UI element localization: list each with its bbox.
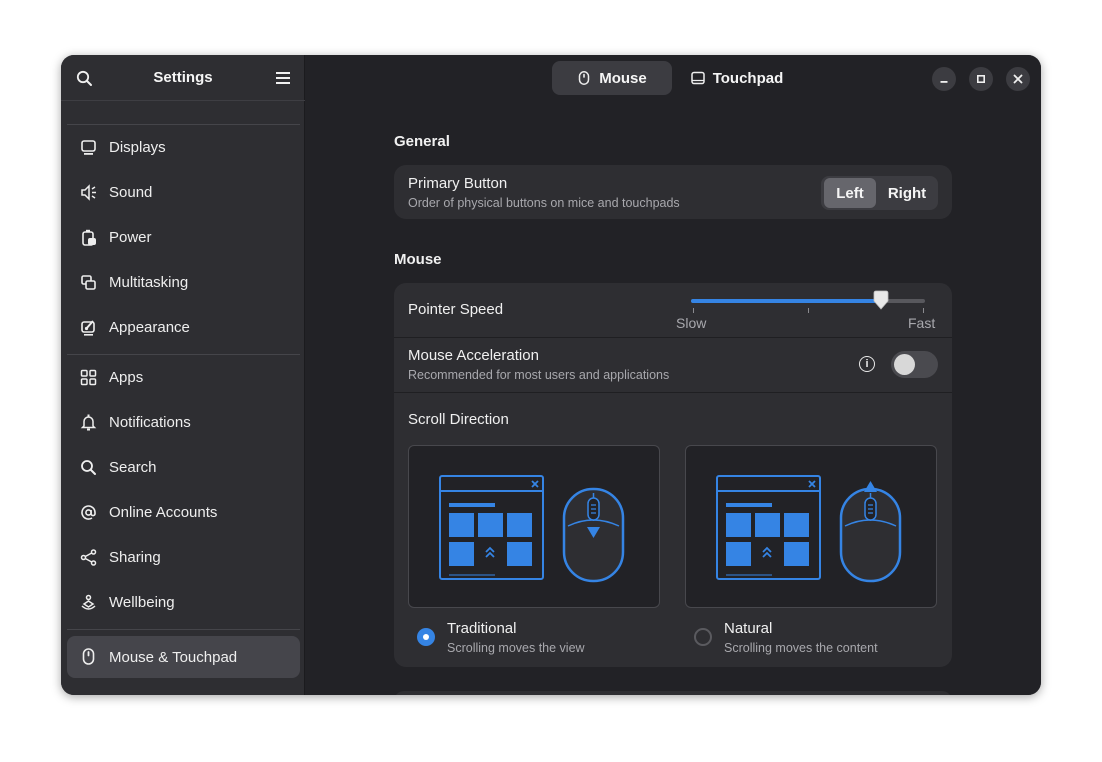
traditional-subtitle: Scrolling moves the view: [447, 641, 585, 655]
primary-button-toggle-group: Left Right: [821, 176, 938, 210]
appearance-icon: [81, 320, 95, 336]
sidebar-item-apps[interactable]: Apps: [67, 355, 300, 400]
sidebar-item-appearance[interactable]: Appearance: [67, 305, 300, 350]
multitasking-icon: [81, 275, 96, 290]
mouse-acceleration-title: Mouse Acceleration: [408, 347, 539, 364]
sidebar-item-online-accounts[interactable]: Online Accounts: [67, 490, 300, 535]
natural-scroll-illustration[interactable]: [685, 445, 937, 608]
primary-button-right[interactable]: Right: [879, 178, 935, 208]
speaker-icon: [81, 184, 96, 201]
slider-tick: [808, 308, 809, 313]
at-sign-icon: [81, 505, 96, 520]
sidebar-item-search[interactable]: Search: [67, 445, 300, 490]
switch-knob: [894, 354, 915, 375]
row-divider: [394, 337, 952, 338]
slider-tick: [923, 308, 924, 313]
natural-label: Natural: [724, 620, 773, 637]
sidebar-item-mouse-touchpad[interactable]: Mouse & Touchpad: [67, 636, 300, 678]
general-card: Primary Button Order of physical buttons…: [394, 165, 952, 219]
sidebar: Settings Displays Sound Power Multitaski…: [61, 55, 305, 695]
sidebar-title: Settings: [153, 69, 213, 86]
wellbeing-icon: [81, 594, 96, 610]
sidebar-item-label: Power: [109, 229, 152, 246]
primary-button-left[interactable]: Left: [824, 178, 876, 208]
sidebar-list: Displays Sound Power Multitasking Appear…: [67, 101, 300, 678]
slider-fill: [691, 299, 881, 303]
sidebar-item-label: Search: [109, 459, 157, 476]
pointer-speed-slider[interactable]: [691, 290, 925, 310]
display-icon: [81, 140, 96, 155]
natural-scroll-illustration-icon: [716, 475, 902, 583]
tab-mouse[interactable]: Mouse: [552, 61, 672, 95]
touchpad-icon: [690, 71, 705, 85]
main-menu-button[interactable]: [271, 66, 295, 90]
mouse-card: Pointer Speed Slow Fast Mouse Accelerati…: [394, 283, 952, 667]
sidebar-divider: [67, 629, 300, 630]
info-icon[interactable]: i: [859, 356, 875, 372]
main-content: Mouse Touchpad General Primary Button Or…: [305, 55, 1041, 695]
close-icon: [1013, 74, 1023, 84]
mouse-acceleration-switch[interactable]: [891, 351, 938, 378]
next-card-partial: [394, 691, 952, 695]
row-divider: [394, 392, 952, 393]
close-button[interactable]: [1006, 67, 1030, 91]
tab-touchpad[interactable]: Touchpad: [677, 61, 797, 95]
mouse-icon: [578, 71, 590, 85]
sidebar-item-label: Apps: [109, 369, 144, 386]
section-title-general: General: [394, 133, 450, 150]
sidebar-item-label: Wellbeing: [109, 594, 175, 611]
apps-grid-icon: [80, 369, 97, 386]
sidebar-item-sharing[interactable]: Sharing: [67, 535, 300, 580]
sidebar-item-sound[interactable]: Sound: [67, 170, 300, 215]
search-icon: [81, 460, 96, 475]
share-icon: [80, 549, 97, 566]
natural-subtitle: Scrolling moves the content: [724, 641, 878, 655]
header-bar: Mouse Touchpad: [305, 55, 1041, 101]
sidebar-item-label: Notifications: [109, 414, 191, 431]
battery-icon: [82, 229, 96, 246]
hamburger-menu-icon: [276, 72, 290, 84]
sidebar-header: Settings: [61, 55, 305, 101]
sidebar-item-wellbeing[interactable]: Wellbeing: [67, 580, 300, 625]
tab-label: Mouse: [599, 69, 647, 87]
sidebar-item-notifications[interactable]: Notifications: [67, 400, 300, 445]
mouse-acceleration-subtitle: Recommended for most users and applicati…: [408, 368, 670, 382]
sidebar-item-label: Multitasking: [109, 274, 189, 291]
sidebar-item-label: Online Accounts: [109, 504, 218, 521]
bell-icon: [80, 414, 97, 431]
sidebar-item-multitasking[interactable]: Multitasking: [67, 260, 300, 305]
sidebar-item-label: Sharing: [109, 549, 161, 566]
mouse-icon: [82, 648, 95, 665]
sidebar-item-label: Mouse & Touchpad: [109, 648, 238, 666]
sidebar-item-label: Sound: [109, 184, 153, 201]
maximize-button[interactable]: [969, 67, 993, 91]
maximize-icon: [976, 74, 986, 84]
slider-handle[interactable]: [871, 290, 891, 310]
sidebar-item-power[interactable]: Power: [67, 215, 300, 260]
sidebar-item-label: Appearance: [109, 319, 190, 336]
section-title-mouse: Mouse: [394, 251, 442, 268]
slider-max-label: Fast: [908, 315, 936, 331]
scroll-direction-title: Scroll Direction: [408, 411, 509, 428]
sidebar-item-label: Displays: [109, 139, 166, 156]
traditional-label: Traditional: [447, 620, 517, 637]
settings-window: Settings Displays Sound Power Multitaski…: [61, 55, 1041, 695]
minimize-button[interactable]: [932, 67, 956, 91]
natural-radio[interactable]: [694, 628, 712, 646]
slider-min-label: Slow: [676, 315, 707, 331]
traditional-radio[interactable]: [417, 628, 435, 646]
minimize-icon: [940, 81, 948, 83]
traditional-scroll-illustration[interactable]: [408, 445, 660, 608]
tab-label: Touchpad: [712, 69, 784, 87]
primary-button-title: Primary Button: [408, 175, 508, 192]
pointer-speed-title: Pointer Speed: [408, 301, 504, 318]
traditional-scroll-illustration-icon: [439, 475, 625, 583]
slider-tick: [693, 308, 694, 313]
sidebar-item-displays[interactable]: Displays: [67, 125, 300, 170]
primary-button-subtitle: Order of physical buttons on mice and to…: [408, 196, 680, 210]
